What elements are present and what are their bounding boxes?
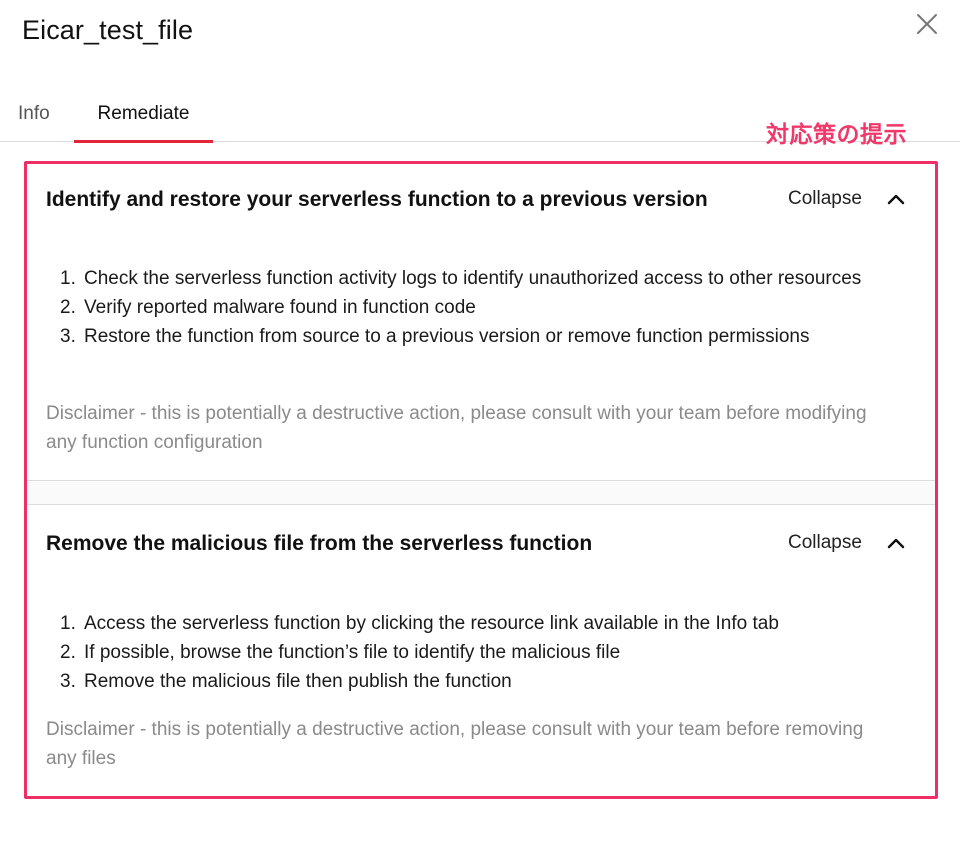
remediation-section-restore: Identify and restore your serverless fun… — [27, 164, 935, 481]
collapse-button[interactable]: Collapse — [788, 532, 907, 554]
step-number: 1. — [60, 268, 76, 289]
close-icon — [912, 14, 942, 43]
list-item: 3. Remove the malicious file then publish… — [60, 667, 900, 696]
step-number: 1. — [60, 613, 76, 634]
collapse-button[interactable]: Collapse — [788, 188, 907, 210]
tab-remediate-label: Remediate — [97, 103, 190, 124]
remediation-section-remove-file: Remove the malicious file from the serve… — [27, 506, 935, 796]
section-title: Remove the malicious file from the serve… — [46, 532, 593, 555]
tab-info[interactable]: Info — [18, 92, 50, 142]
chevron-up-icon — [885, 188, 907, 210]
collapse-label: Collapse — [788, 188, 862, 209]
step-text: Restore the function from source to a pr… — [84, 326, 810, 347]
disclaimer-text: Disclaimer - this is potentially a destr… — [46, 403, 867, 453]
section-title: Identify and restore your serverless fun… — [46, 188, 708, 211]
list-item: 1. Check the serverless function activity… — [60, 264, 900, 293]
step-text: Access the serverless function by clicki… — [84, 613, 779, 634]
steps-list: 1. Access the serverless function by clic… — [60, 609, 900, 696]
step-number: 2. — [60, 297, 76, 318]
active-tab-indicator — [74, 140, 213, 143]
step-text: Check the serverless function activity l… — [84, 268, 862, 289]
list-item: 1. Access the serverless function by clic… — [60, 609, 900, 638]
step-number: 2. — [60, 642, 76, 663]
step-number: 3. — [60, 671, 76, 692]
step-text: Verify reported malware found in functio… — [84, 297, 476, 318]
section-divider — [27, 482, 935, 505]
list-item: 2. If possible, browse the function’s fil… — [60, 638, 900, 667]
steps-list: 1. Check the serverless function activity… — [60, 264, 900, 351]
panel-title: Eicar_test_file — [22, 15, 194, 45]
step-number: 3. — [60, 326, 76, 347]
step-text: If possible, browse the function’s file … — [84, 642, 621, 663]
annotation-label: 対応策の提示 — [766, 121, 907, 147]
list-item: 3. Restore the function from source to a … — [60, 322, 900, 351]
step-text: Remove the malicious file then publish t… — [84, 671, 512, 692]
collapse-label: Collapse — [788, 532, 862, 553]
chevron-up-icon — [885, 532, 907, 554]
close-button[interactable] — [912, 9, 942, 39]
disclaimer-text: Disclaimer - this is potentially a destr… — [46, 719, 864, 769]
tab-remediate[interactable]: Remediate — [74, 92, 213, 143]
list-item: 2. Verify reported malware found in funct… — [60, 293, 900, 322]
